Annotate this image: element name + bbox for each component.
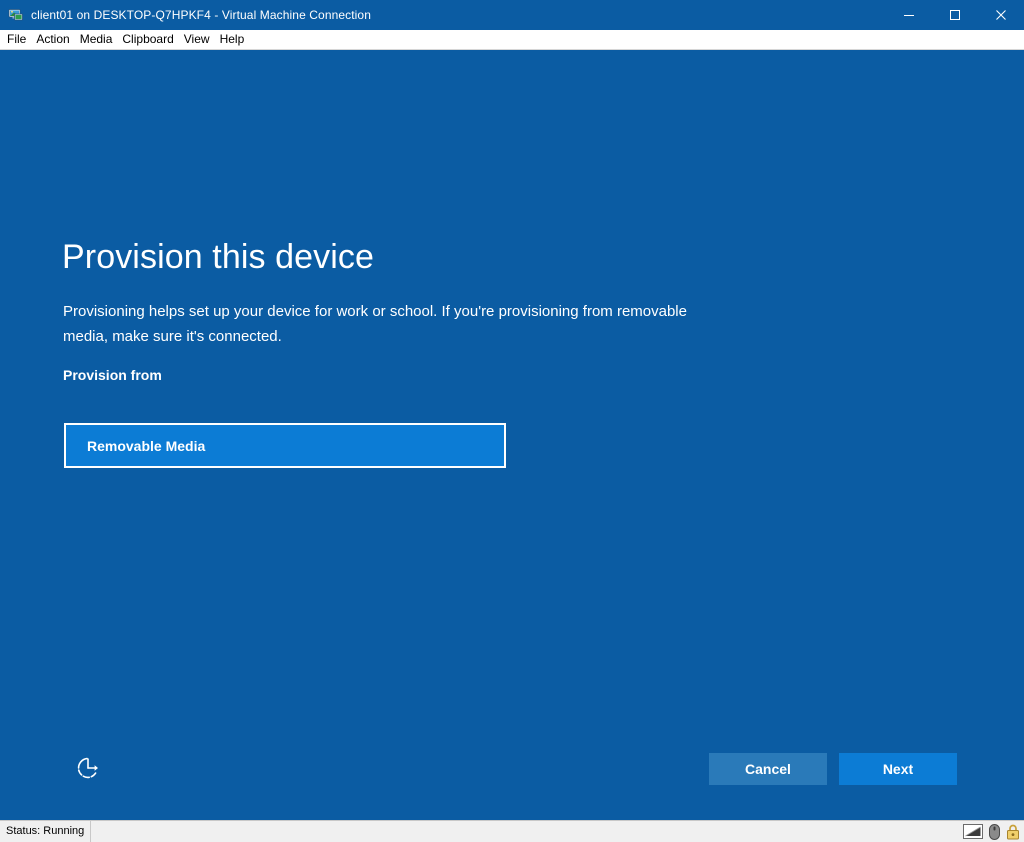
provision-source-list: Removable Media [64,423,506,468]
footer-buttons: Cancel Next [709,753,957,785]
virtual-machine-icon [8,7,24,23]
window-controls [886,0,1024,30]
next-button[interactable]: Next [839,753,957,785]
provision-from-label: Provision from [63,367,162,383]
close-icon[interactable] [978,0,1024,30]
menu-item-view[interactable]: View [179,30,215,49]
page-title: Provision this device [62,238,375,276]
lock-icon [1007,824,1019,839]
vm-screen: Provision this device Provisioning helps… [0,50,1024,820]
status-bar-icons [963,821,1020,842]
menu-bar: File Action Media Clipboard View Help [0,30,1024,50]
screen-icon [963,824,983,839]
virtual-machine-connection-window: client01 on DESKTOP-Q7HPKF4 - Virtual Ma… [0,0,1024,842]
provision-source-removable-media[interactable]: Removable Media [64,423,506,468]
cancel-button[interactable]: Cancel [709,753,827,785]
menu-item-media[interactable]: Media [75,30,118,49]
status-text: Status: Running [0,821,92,842]
menu-item-help[interactable]: Help [215,30,250,49]
maximize-icon[interactable] [932,0,978,30]
menu-item-clipboard[interactable]: Clipboard [117,30,178,49]
title-bar: client01 on DESKTOP-Q7HPKF4 - Virtual Ma… [0,0,1024,30]
menu-item-action[interactable]: Action [31,30,74,49]
minimize-icon[interactable] [886,0,932,30]
menu-item-file[interactable]: File [2,30,31,49]
page-description: Provisioning helps set up your device fo… [63,303,687,345]
window-title: client01 on DESKTOP-Q7HPKF4 - Virtual Ma… [31,8,371,22]
provision-source-label: Removable Media [87,437,206,454]
mouse-icon [989,823,1000,840]
status-bar: Status: Running [0,820,1024,842]
ease-of-access-icon[interactable] [70,750,106,786]
